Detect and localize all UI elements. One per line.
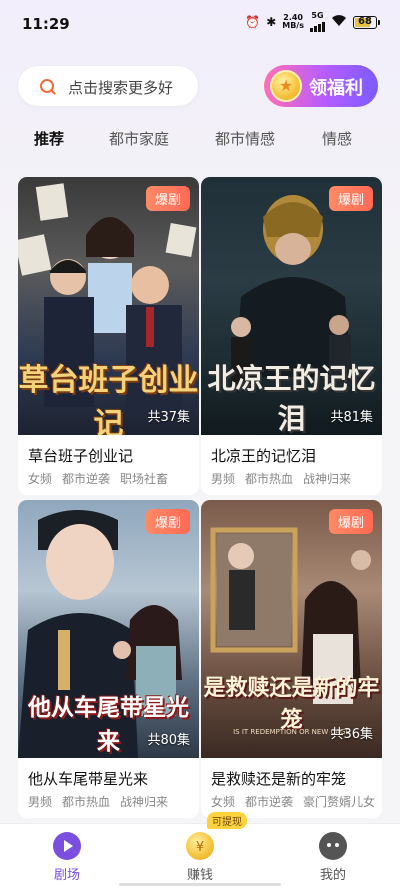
genre-tag: 男频 [28, 795, 53, 809]
drama-poster: 是救赎还是新的牢笼 IS IT REDEMPTION OR NEW CAGE 爆… [201, 500, 382, 758]
status-time: 11:29 [22, 15, 70, 33]
hot-badge: 爆剧 [328, 186, 373, 211]
episode-count: 共81集 [330, 410, 373, 425]
nav-theater[interactable]: 剧场 [27, 824, 107, 890]
drama-tags: 女频 都市逆袭 职场社畜 [28, 470, 199, 487]
genre-tag: 女频 [28, 472, 53, 486]
tab-recommend[interactable]: 推荐 [34, 128, 64, 149]
genre-tag: 战神归来 [303, 472, 352, 486]
drama-tags: 男频 都市热血 战神归来 [28, 793, 199, 810]
genre-tag: 都市逆袭 [62, 472, 111, 486]
wifi-icon [331, 14, 347, 30]
tab-romance[interactable]: 情感 [322, 128, 352, 149]
category-tabs: 推荐 都市家庭 都市情感 情感 [0, 128, 400, 154]
home-indicator[interactable] [119, 883, 281, 886]
bluetooth-icon: ✱ [266, 15, 277, 29]
nav-profile-label: 我的 [319, 868, 346, 883]
nav-profile[interactable]: 我的 [293, 824, 373, 890]
battery-icon: 68 [353, 15, 380, 29]
nav-earn-label: 赚钱 [186, 868, 213, 883]
network-speed-unit: MB/s [282, 21, 304, 30]
drama-card[interactable]: 是救赎还是新的牢笼 IS IT REDEMPTION OR NEW CAGE 爆… [201, 500, 382, 818]
status-bar: 11:29 ⏰ ✱ 2.40 MB/s 5G 68 [0, 0, 400, 46]
drama-card[interactable]: 草台班子创业记 爆剧 共37集 草台班子创业记 女频 都市逆袭 职场社畜 [18, 177, 199, 495]
drama-poster: 他从车尾带星光来 爆剧 共80集 [18, 500, 199, 758]
hot-badge: 爆剧 [328, 509, 373, 534]
genre-tag: 都市逆袭 [245, 795, 294, 809]
drama-title: 北凉王的记忆泪 [211, 447, 317, 465]
drama-tags: 男频 都市热血 战神归来 [211, 470, 382, 487]
genre-tag: 男频 [211, 472, 236, 486]
search-placeholder: 点击搜索更多好 [68, 79, 174, 97]
genre-tag: 都市热血 [245, 472, 294, 486]
search-icon [40, 79, 54, 93]
nav-theater-label: 剧场 [53, 868, 80, 883]
hot-badge: 爆剧 [145, 509, 190, 534]
genre-tag: 女频 [211, 795, 236, 809]
drama-title: 草台班子创业记 [28, 447, 134, 465]
genre-tag: 职场社畜 [120, 472, 169, 486]
genre-tag: 都市热血 [62, 795, 111, 809]
profile-icon [319, 832, 347, 860]
star-coin-icon: ★ [270, 70, 302, 102]
withdraw-badge: 可提现 [207, 812, 247, 829]
nav-earn[interactable]: ¥ 赚钱 [160, 824, 240, 890]
tab-urban-family[interactable]: 都市家庭 [109, 128, 169, 149]
drama-tags: 女频 都市逆袭 豪门赘婿儿女 [211, 793, 382, 810]
theater-play-icon [53, 832, 81, 860]
episode-count: 共36集 [330, 727, 373, 742]
episode-count: 共37集 [147, 410, 190, 425]
genre-tag: 战神归来 [120, 795, 169, 809]
welfare-button[interactable]: ★ 领福利 [264, 65, 378, 107]
search-bar[interactable]: 点击搜索更多好 [18, 66, 198, 106]
episode-count: 共80集 [147, 733, 190, 748]
drama-title: 他从车尾带星光来 [28, 770, 149, 788]
tab-urban-romance[interactable]: 都市情感 [215, 128, 275, 149]
drama-card[interactable]: 他从车尾带星光来 爆剧 共80集 他从车尾带星光来 男频 都市热血 战神归来 [18, 500, 199, 818]
signal-icon: 5G [310, 12, 325, 32]
drama-poster: 草台班子创业记 爆剧 共37集 [18, 177, 199, 435]
welfare-label: 领福利 [309, 78, 363, 99]
drama-title: 是救赎还是新的牢笼 [211, 770, 347, 788]
drama-card[interactable]: 北凉王的记忆泪 爆剧 共81集 北凉王的记忆泪 男频 都市热血 战神归来 [201, 177, 382, 495]
drama-poster: 北凉王的记忆泪 爆剧 共81集 [201, 177, 382, 435]
bottom-nav: 剧场 ¥ 赚钱 我的 [0, 823, 400, 890]
coin-icon: ¥ [186, 832, 214, 860]
hot-badge: 爆剧 [145, 186, 190, 211]
network-type: 5G [311, 11, 324, 20]
alarm-icon: ⏰ [245, 15, 261, 29]
genre-tag: 豪门赘婿儿女 [303, 795, 376, 809]
svg-text:¥: ¥ [196, 840, 204, 855]
battery-level: 68 [358, 15, 372, 27]
